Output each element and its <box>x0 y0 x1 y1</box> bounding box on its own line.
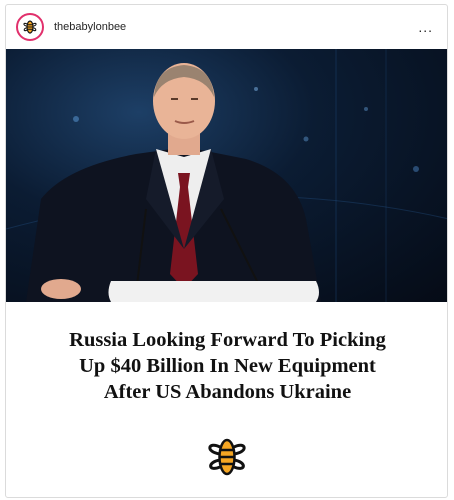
headline-line: After US Abandons Ukraine <box>103 381 352 403</box>
more-options-icon[interactable]: ... <box>414 15 437 39</box>
headline-line: Russia Looking Forward To Picking <box>69 329 386 351</box>
bee-logo-icon <box>23 20 37 34</box>
post-header: thebabylonbee ... <box>6 5 447 49</box>
headline-line: Up $40 Billion In New Equipment <box>79 355 376 377</box>
babylon-bee-logo-icon <box>205 435 249 479</box>
photo-illustration <box>6 49 447 302</box>
username[interactable]: thebabylonbee <box>54 21 126 33</box>
avatar[interactable] <box>16 13 44 41</box>
post-card: thebabylonbee ... Russia Looking Forward… <box>5 4 448 498</box>
post-photo <box>6 49 447 302</box>
headline: Russia Looking Forward To Picking Up $40… <box>6 327 447 405</box>
